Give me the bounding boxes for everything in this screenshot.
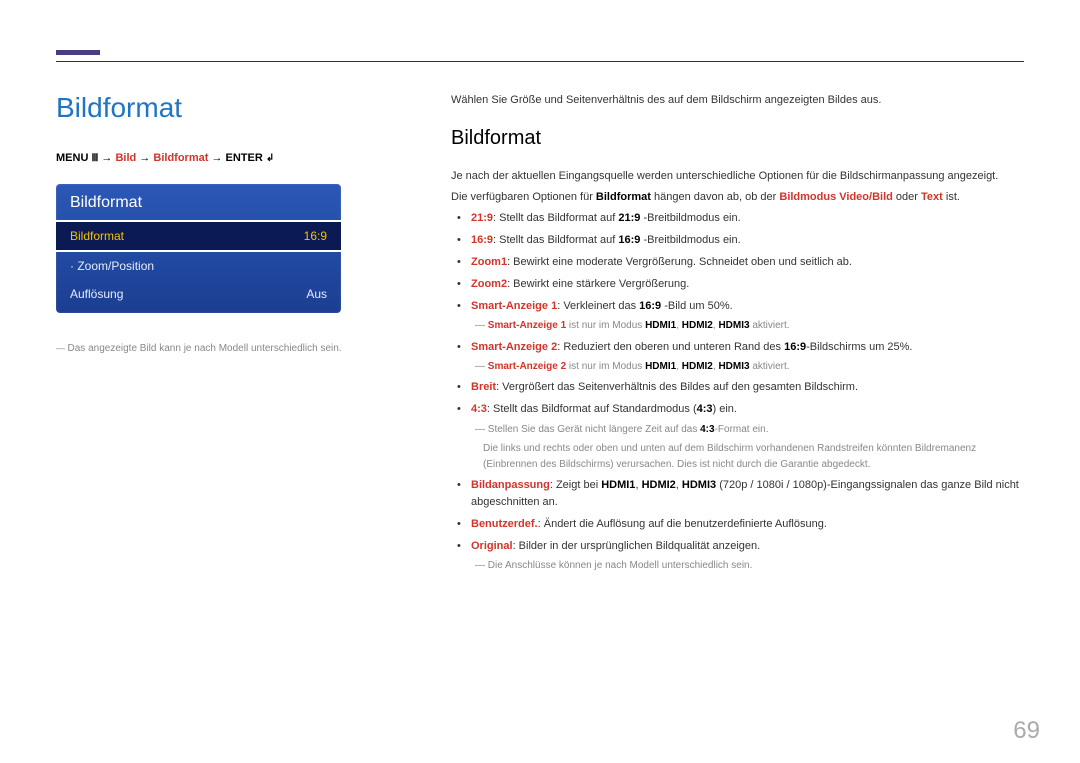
item-benutzerdef: Benutzerdef.: Ändert die Auflösung auf d… — [471, 516, 1024, 533]
item-smart1: Smart-Anzeige 1: Verkleinert das 16:9 -B… — [471, 298, 1024, 334]
menu-icon: Ⅲ — [91, 153, 98, 164]
page-number: 69 — [1013, 717, 1040, 745]
osd-panel: Bildformat Bildformat 16:9 Zoom/Position… — [56, 184, 341, 313]
bc-bildformat: Bildformat — [153, 152, 208, 164]
item-smart2: Smart-Anzeige 2: Reduziert den oberen un… — [471, 339, 1024, 375]
osd-title: Bildformat — [56, 184, 341, 220]
item-16-9: 16:9: Stellt das Bildformat auf 16:9 -Br… — [471, 232, 1024, 249]
bc-arrow: → — [211, 152, 222, 164]
para-1: Je nach der aktuellen Eingangsquelle wer… — [451, 168, 1024, 185]
osd-row-aufloesung[interactable]: Auflösung Aus — [56, 280, 341, 313]
osd-row-label: Auflösung — [70, 287, 123, 301]
osd-row-label: Bildformat — [70, 229, 124, 243]
page-title: Bildformat — [56, 92, 401, 124]
item-zoom1: Zoom1: Bewirkt eine moderate Vergrößerun… — [471, 254, 1024, 271]
item-breit: Breit: Vergrößert das Seitenverhältnis d… — [471, 379, 1024, 396]
osd-row-value: 16:9 — [304, 229, 327, 243]
divider — [56, 61, 1024, 62]
breadcrumb: MENU Ⅲ → Bild → Bildformat → ENTER ↲ — [56, 152, 401, 164]
accent-bar — [56, 50, 100, 55]
bc-bild: Bild — [115, 152, 136, 164]
osd-row-bildformat[interactable]: Bildformat 16:9 — [56, 220, 341, 252]
item-zoom2: Zoom2: Bewirkt eine stärkere Vergrößerun… — [471, 276, 1024, 293]
item-4-3-note1: Stellen Sie das Gerät nicht längere Zeit… — [471, 422, 1024, 438]
item-original: Original: Bilder in der ursprünglichen B… — [471, 538, 1024, 574]
item-original-note: Die Anschlüsse können je nach Modell unt… — [471, 558, 1024, 574]
intro-text: Wählen Sie Größe und Seitenverhältnis de… — [451, 92, 1024, 109]
item-smart1-note: Smart-Anzeige 1 ist nur im Modus HDMI1, … — [471, 318, 1024, 334]
bc-arrow: → — [101, 152, 112, 164]
para-2: Die verfügbaren Optionen für Bildformat … — [451, 189, 1024, 206]
section-title: Bildformat — [451, 123, 1024, 154]
item-bildanpassung: Bildanpassung: Zeigt bei HDMI1, HDMI2, H… — [471, 477, 1024, 511]
item-21-9: 21:9: Stellt das Bildformat auf 21:9 -Br… — [471, 210, 1024, 227]
osd-row-label: Zoom/Position — [70, 259, 154, 273]
item-smart2-note: Smart-Anzeige 2 ist nur im Modus HDMI1, … — [471, 359, 1024, 375]
bc-arrow: → — [139, 152, 150, 164]
bc-menu: MENU — [56, 152, 88, 164]
item-4-3: 4:3: Stellt das Bildformat auf Standardm… — [471, 401, 1024, 472]
osd-row-value: Aus — [306, 287, 327, 301]
left-note: Das angezeigte Bild kann je nach Modell … — [56, 343, 401, 354]
item-4-3-note2: Die links und rechts oder oben und unten… — [471, 441, 1024, 472]
osd-row-zoom-position[interactable]: Zoom/Position — [56, 252, 341, 280]
bc-enter: ENTER — [226, 152, 263, 164]
content: Wählen Sie Größe und Seitenverhältnis de… — [451, 92, 1024, 579]
enter-icon: ↲ — [266, 153, 274, 164]
